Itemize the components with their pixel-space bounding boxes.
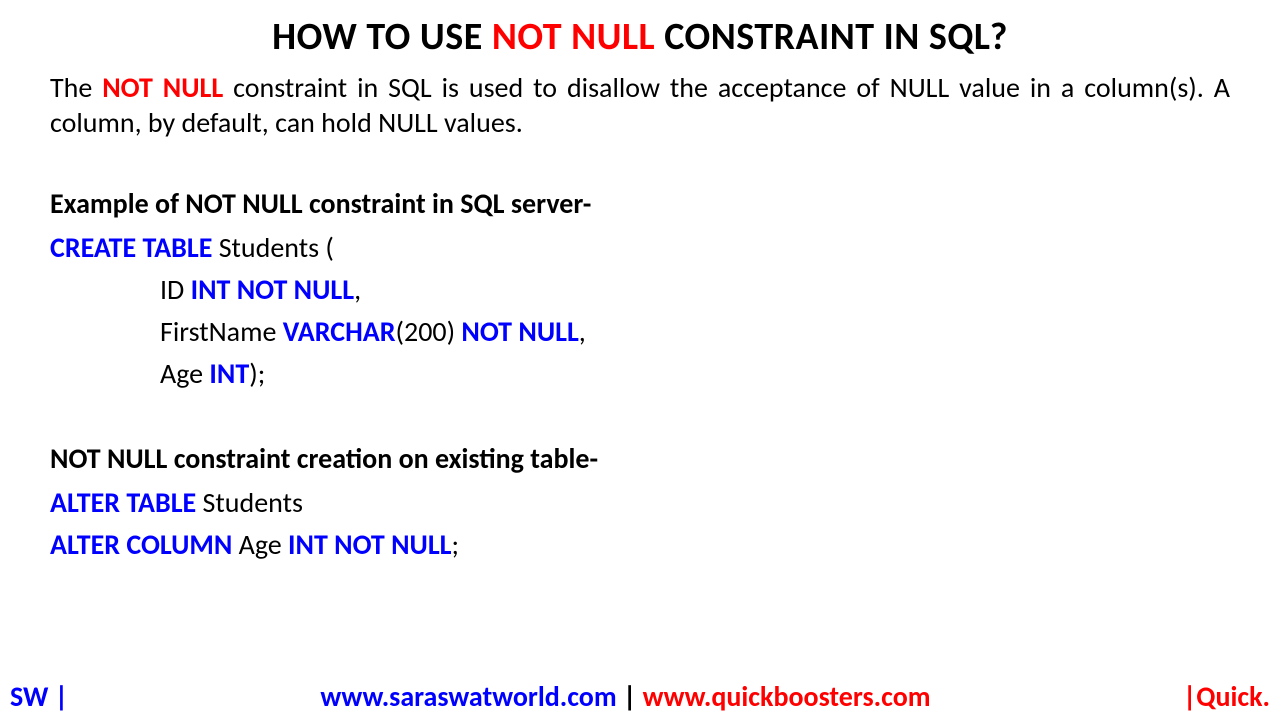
code-text: ); [249,356,265,391]
sql-keyword: NOT NULL [461,314,578,349]
code-line: Age INT); [50,353,1230,395]
footer-right: |Quick. [1183,679,1270,714]
intro-part1: The [50,70,102,105]
page-title: HOW TO USE NOT NULL CONSTRAINT IN SQL? [50,14,1230,60]
sql-keyword: ALTER COLUMN [50,527,232,562]
footer-sep: | [617,679,643,714]
example1-code: CREATE TABLE Students ( ID INT NOT NULL,… [50,227,1230,395]
code-text: Age [160,356,209,391]
code-line: FirstName VARCHAR(200) NOT NULL, [50,311,1230,353]
example2-code: ALTER TABLE Students ALTER COLUMN Age IN… [50,482,1230,566]
code-text: ID [160,272,191,307]
code-text: , [579,314,586,349]
example1-heading: Example of NOT NULL constraint in SQL se… [50,186,1230,221]
document-body: HOW TO USE NOT NULL CONSTRAINT IN SQL? T… [0,0,1280,566]
title-part2: CONSTRAINT IN SQL? [655,14,1008,60]
sql-keyword: INT NOT NULL [288,527,451,562]
intro-highlight: NOT NULL [102,70,223,105]
example2-heading: NOT NULL constraint creation on existing… [50,441,1230,476]
code-text: , [354,272,361,307]
footer-url2: www.quickboosters.com [643,679,931,714]
sql-keyword: CREATE TABLE [50,230,212,265]
footer-left: SW | [10,679,68,714]
code-text: FirstName [160,314,283,349]
intro-paragraph: The NOT NULL constraint in SQL is used t… [50,70,1230,140]
code-line: ALTER TABLE Students [50,482,1230,524]
sql-keyword: INT [209,356,249,391]
footer-url1: www.saraswatworld.com [320,679,616,714]
code-text: (200) [396,314,462,349]
sql-keyword: INT NOT NULL [191,272,354,307]
title-part1: HOW TO USE [272,14,492,60]
code-line: CREATE TABLE Students ( [50,227,1230,269]
sql-keyword: VARCHAR [283,314,396,349]
title-highlight: NOT NULL [492,14,655,60]
code-text: Age [232,527,288,562]
code-text: ; [452,527,460,562]
code-text: Students ( [212,230,334,265]
code-line: ID INT NOT NULL, [50,269,1230,311]
footer: SW | www.saraswatworld.com | www.quickbo… [0,679,1280,714]
code-line: ALTER COLUMN Age INT NOT NULL; [50,524,1230,566]
sql-keyword: ALTER TABLE [50,485,196,520]
code-text: Students [196,485,303,520]
spacer [50,395,1230,441]
footer-center: www.saraswatworld.com | www.quickbooster… [320,679,930,714]
intro-part2: constraint in SQL is used to disallow th… [50,70,1230,140]
